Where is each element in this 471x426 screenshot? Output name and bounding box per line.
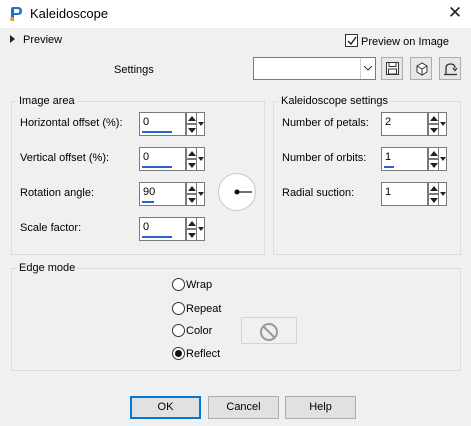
spin-down-icon[interactable]: [186, 229, 197, 241]
help-button[interactable]: Help: [285, 396, 356, 419]
spin-up-icon[interactable]: [186, 112, 197, 124]
spin-up-icon[interactable]: [186, 147, 197, 159]
preview-bar: Preview Preview on Image: [0, 28, 471, 52]
rotation-angle-dial[interactable]: [218, 173, 256, 211]
radio-unselected-icon: [172, 324, 185, 337]
petals-label: Number of petals:: [282, 117, 369, 129]
save-preset-icon: [386, 62, 399, 75]
vertical-offset-label: Vertical offset (%):: [20, 152, 110, 164]
spin-down-icon[interactable]: [186, 124, 197, 136]
rotation-angle-spinner[interactable]: 90: [139, 182, 205, 206]
slider-dropdown-icon[interactable]: [439, 182, 447, 206]
no-color-icon: [260, 323, 278, 341]
vertical-offset-input[interactable]: 0: [139, 147, 186, 171]
radial-suction-label: Radial suction:: [282, 187, 355, 199]
orbits-label: Number of orbits:: [282, 152, 367, 164]
edge-mode-title: Edge mode: [17, 262, 78, 274]
settings-label: Settings: [114, 64, 154, 76]
rotation-angle-input[interactable]: 90: [139, 182, 186, 206]
edge-mode-repeat-radio[interactable]: Repeat: [172, 302, 221, 318]
scale-factor-spinner[interactable]: 0: [139, 217, 205, 241]
spin-down-icon[interactable]: [186, 194, 197, 206]
preview-on-image-checkbox[interactable]: Preview on Image: [345, 34, 449, 48]
reset-icon: [416, 62, 428, 76]
checkbox-checked-icon: [345, 34, 358, 47]
expand-triangle-icon: [10, 35, 15, 43]
scale-factor-label: Scale factor:: [20, 222, 82, 234]
color-label: Color: [186, 325, 213, 337]
spin-down-icon[interactable]: [186, 159, 197, 171]
preview-on-image-label: Preview on Image: [361, 36, 450, 48]
edge-mode-wrap-radio[interactable]: Wrap: [172, 278, 212, 294]
horizontal-offset-input[interactable]: 0: [139, 112, 186, 136]
edge-mode-group: Edge mode: [11, 262, 461, 371]
title-bar: Kaleidoscope ✕: [0, 0, 471, 28]
chevron-down-icon[interactable]: [360, 58, 375, 79]
scale-factor-input[interactable]: 0: [139, 217, 186, 241]
slider-dropdown-icon[interactable]: [197, 112, 205, 136]
spin-down-icon[interactable]: [428, 159, 439, 171]
settings-preset-combo[interactable]: [253, 57, 376, 80]
spin-down-icon[interactable]: [428, 194, 439, 206]
edge-mode-color-radio[interactable]: Color: [172, 324, 212, 340]
angle-pointer-icon: [234, 189, 252, 195]
petals-input[interactable]: 2: [381, 112, 428, 136]
randomize-icon: [444, 63, 458, 76]
slider-dropdown-icon[interactable]: [439, 147, 447, 171]
slider-dropdown-icon[interactable]: [197, 147, 205, 171]
save-preset-button[interactable]: [381, 57, 403, 80]
paintshop-icon: [8, 6, 24, 22]
reset-button[interactable]: [410, 57, 432, 80]
spin-up-icon[interactable]: [428, 112, 439, 124]
petals-spinner[interactable]: 2: [381, 112, 447, 136]
edge-color-swatch[interactable]: [241, 317, 297, 344]
slider-dropdown-icon[interactable]: [197, 182, 205, 206]
rotation-angle-label: Rotation angle:: [20, 187, 94, 199]
radio-unselected-icon: [172, 302, 185, 315]
radio-selected-icon: [172, 347, 185, 360]
close-icon[interactable]: ✕: [439, 0, 471, 28]
slider-dropdown-icon[interactable]: [197, 217, 205, 241]
wrap-label: Wrap: [186, 279, 213, 291]
spin-down-icon[interactable]: [428, 124, 439, 136]
orbits-spinner[interactable]: 1: [381, 147, 447, 171]
spin-up-icon[interactable]: [428, 147, 439, 159]
radio-unselected-icon: [172, 278, 185, 291]
repeat-label: Repeat: [186, 303, 222, 315]
image-area-title: Image area: [17, 95, 77, 107]
slider-dropdown-icon[interactable]: [439, 112, 447, 136]
window-title: Kaleidoscope: [30, 6, 109, 21]
radial-suction-spinner[interactable]: 1: [381, 182, 447, 206]
preview-label: Preview: [23, 34, 63, 46]
spin-up-icon[interactable]: [428, 182, 439, 194]
horizontal-offset-spinner[interactable]: 0: [139, 112, 205, 136]
reflect-label: Reflect: [186, 348, 221, 360]
preview-toggle[interactable]: Preview: [10, 34, 62, 48]
cancel-button[interactable]: Cancel: [208, 396, 279, 419]
ok-button[interactable]: OK: [130, 396, 201, 419]
kaleidoscope-settings-title: Kaleidoscope settings: [279, 95, 391, 107]
vertical-offset-spinner[interactable]: 0: [139, 147, 205, 171]
edge-mode-reflect-radio[interactable]: Reflect: [172, 347, 220, 363]
spin-up-icon[interactable]: [186, 217, 197, 229]
randomize-button[interactable]: [439, 57, 461, 80]
radial-suction-input[interactable]: 1: [381, 182, 428, 206]
spin-up-icon[interactable]: [186, 182, 197, 194]
horizontal-offset-label: Horizontal offset (%):: [20, 117, 123, 129]
orbits-input[interactable]: 1: [381, 147, 428, 171]
